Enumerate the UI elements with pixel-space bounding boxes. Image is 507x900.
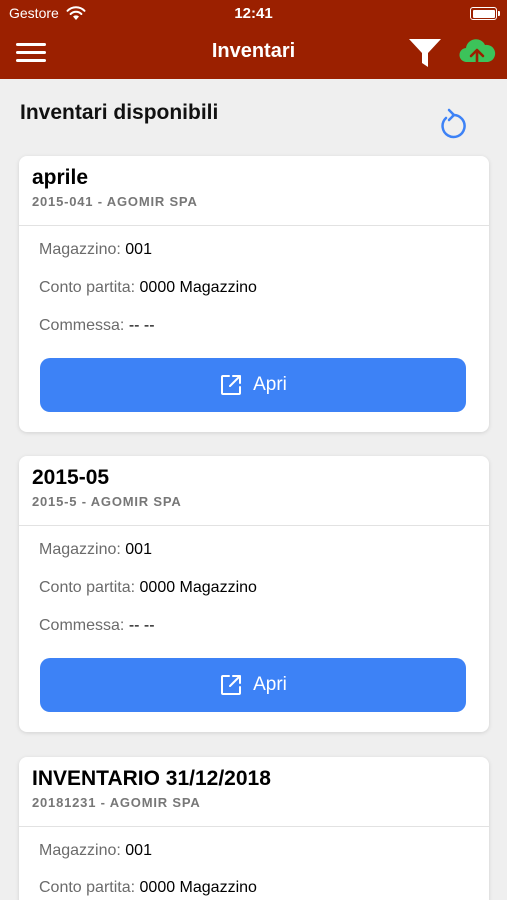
card-divider [19, 225, 489, 226]
open-button[interactable]: Apri [40, 358, 466, 412]
inventory-subtitle: 20181231 - AGOMIR SPA [32, 795, 201, 810]
magazzino-row: Magazzino: 001 [39, 842, 152, 860]
commessa-row: Commessa: -- -- [39, 617, 155, 635]
conto-partita-row: Conto partita: 0000 Magazzino [39, 879, 257, 897]
inventory-name: aprile [32, 166, 89, 189]
magazzino-value: 001 [125, 241, 152, 258]
conto-partita-row: Conto partita: 0000 Magazzino [39, 279, 257, 297]
conto-partita-value: 0000 Magazzino [139, 279, 257, 296]
magazzino-row: Magazzino: 001 [39, 241, 152, 259]
magazzino-label: Magazzino: [39, 241, 121, 258]
card-divider [19, 826, 489, 827]
battery-icon [470, 7, 500, 20]
conto-partita-label: Conto partita: [39, 879, 136, 896]
open-button-label: Apri [253, 374, 287, 395]
commessa-value: -- -- [128, 617, 155, 634]
cloud-upload-icon[interactable] [458, 36, 496, 73]
inventory-name: INVENTARIO 31/12/2018 [32, 767, 271, 790]
commessa-row: Commessa: -- -- [39, 317, 155, 335]
conto-partita-label: Conto partita: [39, 279, 136, 296]
magazzino-label: Magazzino: [39, 541, 121, 558]
status-bar: Gestore 12:41 [0, 0, 507, 28]
magazzino-value: 001 [125, 842, 152, 859]
commessa-value: -- -- [128, 317, 155, 334]
magazzino-row: Magazzino: 001 [39, 541, 152, 559]
open-button[interactable]: Apri [40, 658, 466, 712]
conto-partita-value: 0000 Magazzino [139, 579, 257, 596]
magazzino-label: Magazzino: [39, 842, 121, 859]
filter-icon[interactable] [408, 37, 442, 74]
external-link-icon [221, 375, 242, 395]
card-divider [19, 525, 489, 526]
inventory-card: 2015-05 2015-5 - AGOMIR SPA Magazzino: 0… [19, 456, 489, 732]
conto-partita-value: 0000 Magazzino [139, 879, 257, 896]
conto-partita-label: Conto partita: [39, 579, 136, 596]
commessa-label: Commessa: [39, 617, 125, 634]
inventory-subtitle: 2015-5 - AGOMIR SPA [32, 494, 182, 509]
inventory-subtitle: 2015-041 - AGOMIR SPA [32, 194, 198, 209]
open-button-label: Apri [253, 674, 287, 695]
nav-bar: Inventari [0, 28, 507, 79]
magazzino-value: 001 [125, 541, 152, 558]
external-link-icon [221, 675, 242, 695]
commessa-label: Commessa: [39, 317, 125, 334]
inventory-card: aprile 2015-041 - AGOMIR SPA Magazzino: … [19, 156, 489, 432]
refresh-icon[interactable] [436, 106, 470, 147]
inventory-card: INVENTARIO 31/12/2018 20181231 - AGOMIR … [19, 757, 489, 900]
inventory-name: 2015-05 [32, 466, 110, 489]
clock: 12:41 [234, 5, 273, 22]
conto-partita-row: Conto partita: 0000 Magazzino [39, 579, 257, 597]
section-title: Inventari disponibili [20, 101, 219, 124]
